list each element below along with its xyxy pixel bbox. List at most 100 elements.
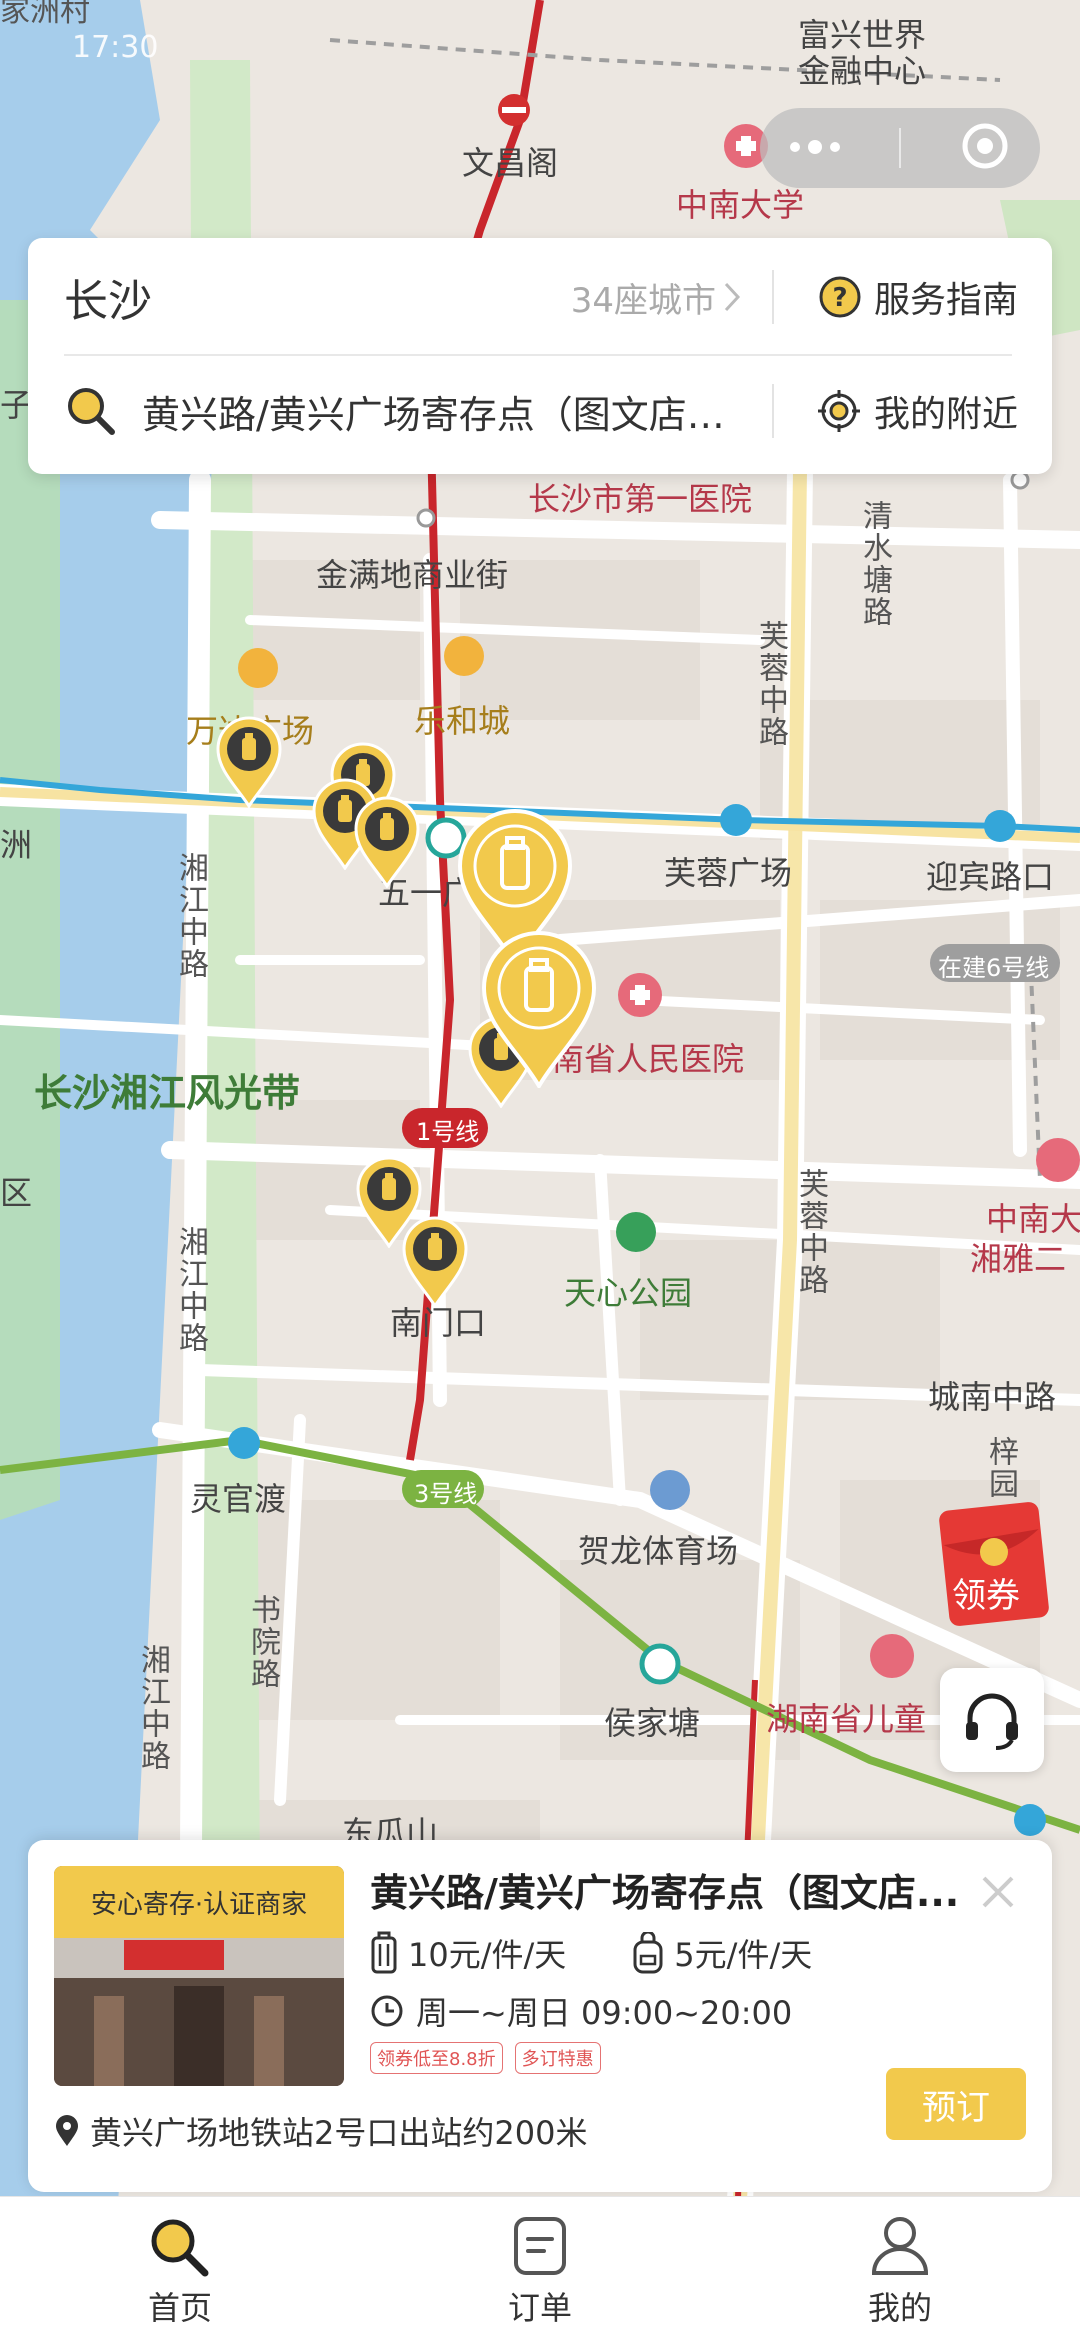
store-name: 黄兴路/黄兴广场寄存点（图文店... (370, 1871, 960, 1915)
opening-hours: 周一~周日 09:00~20:00 (370, 1988, 792, 2034)
service-guide-button[interactable]: ? 服务指南 (818, 271, 1018, 323)
map-label-finance: 金融中心 (798, 52, 927, 90)
promo-tag: 多订特惠 (514, 2042, 601, 2074)
map-label-furong-square: 芙蓉广场 (664, 854, 793, 892)
search-icon (151, 2219, 209, 2276)
service-guide-label: 服务指南 (873, 280, 1018, 321)
map-label-helong: 贺龙体育场 (578, 1532, 739, 1570)
close-icon (982, 1876, 1014, 1908)
map-label-furongzhong1: 芙蓉中路 (753, 620, 788, 748)
map-label-yingbin: 迎宾路口 (926, 858, 1055, 896)
tab-orders[interactable]: 订单 (360, 2197, 720, 2340)
close-card-button[interactable] (970, 1864, 1026, 1920)
city-selector[interactable]: 长沙 (64, 265, 152, 329)
nearby-label: 我的附近 (873, 394, 1018, 435)
map-label-shuyuan: 书院路 (245, 1594, 280, 1690)
map-label-left-zhou: 洲 (0, 826, 33, 864)
store-photo: 安心寄存·认证商家 (54, 1866, 344, 2086)
suitcase-icon (216, 716, 282, 809)
dot-icon (829, 142, 840, 152)
map-label-lehecheng: 乐和城 (414, 702, 511, 740)
map-label-tianxin: 天心公园 (564, 1274, 693, 1312)
map-label-top-river: 家洲村 (0, 0, 90, 29)
clock-icon (371, 1995, 403, 2027)
price-row: 10元/件/天 5元/件/天 (370, 1930, 878, 1976)
suitcase-icon (402, 1216, 468, 1309)
divider (772, 384, 774, 438)
city-count-link[interactable]: 34座城市 (571, 273, 742, 322)
map-label-scenic-belt: 长沙湘江风光带 (34, 1071, 301, 1115)
miniprogram-capsule (760, 108, 1040, 188)
coupon-label: 领券 (952, 1576, 1020, 1616)
map-label-furongzhong2: 芙蓉中路 (793, 1168, 828, 1296)
suitcase-icon (371, 1931, 397, 1974)
book-button[interactable]: 预订 (886, 2068, 1026, 2140)
luggage-pin[interactable] (354, 796, 420, 889)
luggage-price: 10元/件/天 (370, 1930, 566, 1976)
map-label-line6: 在建6号线 (938, 954, 1050, 982)
bag-price: 5元/件/天 (632, 1930, 812, 1976)
tab-orders-label: 订单 (507, 2288, 572, 2327)
store-address: 黄兴广场地铁站2号口出站约200米 (54, 2108, 587, 2154)
bottom-tab-bar: 首页 订单 我的 (0, 2196, 1080, 2340)
svg-text:?: ? (832, 283, 847, 313)
tab-home-label: 首页 (147, 2288, 212, 2327)
address-label: 黄兴广场地铁站2号口出站约200米 (90, 2114, 588, 2152)
headset-icon (966, 1693, 1018, 1750)
backpack-icon (633, 1932, 663, 1974)
city-count-label: 34座城市 (570, 280, 716, 321)
store-card[interactable]: 安心寄存·认证商家 黄兴路/黄兴广场寄存点（图文店... 10元/件/天 5元/… (28, 1840, 1052, 2192)
customer-service-button[interactable] (940, 1668, 1044, 1772)
map-label-first-hospital: 长沙市第一医院 (528, 480, 753, 518)
map-label-xiangjiang2: 湘江中路 (173, 1226, 208, 1354)
capsule-divider (898, 128, 901, 168)
locate-icon (817, 390, 860, 432)
status-bar-time: 17:30 (72, 30, 159, 65)
target-circle-icon (962, 123, 1008, 169)
map-label-wenchangge: 文昌阁 (462, 144, 559, 182)
map-label-chengnan: 城南中路 (928, 1378, 1057, 1416)
tab-home[interactable]: 首页 (0, 2197, 360, 2340)
more-button[interactable] (789, 140, 840, 154)
search-row: 黄兴路/黄兴广场寄存点（图文店… 我的附近 (28, 356, 1052, 466)
map-label-houjiatang: 侯家塘 (604, 1704, 701, 1742)
luggage-pin[interactable] (402, 1216, 468, 1309)
luggage-pin[interactable] (216, 716, 282, 809)
map-label-jinmandi: 金满地商业街 (316, 556, 509, 594)
close-miniprogram-button[interactable] (960, 121, 1010, 175)
search-input[interactable]: 黄兴路/黄兴广场寄存点（图文店… (142, 384, 782, 439)
question-icon: ? (819, 276, 861, 318)
hours-label: 周一~周日 09:00~20:00 (416, 1994, 793, 2032)
map-label-zhi: 梓园 (983, 1436, 1018, 1500)
suitcase-icon (481, 931, 597, 1090)
chevron-right-icon (724, 282, 741, 312)
map-label-line1: 1号线 (416, 1118, 480, 1146)
map-label-zhongnan: 中南大学 (676, 186, 805, 224)
search-icon (68, 388, 115, 435)
nearby-button[interactable]: 我的附近 (816, 385, 1018, 437)
selected-luggage-pin[interactable] (480, 930, 598, 1090)
map-label-lingguandu: 灵官渡 (190, 1480, 287, 1518)
location-pin-icon (56, 2115, 78, 2146)
dot-icon (789, 142, 800, 152)
user-icon (871, 2216, 929, 2275)
coupon-button[interactable]: 领券 (936, 1500, 1054, 1628)
verified-tag: 安心寄存·认证商家 (54, 1866, 344, 1938)
dot-icon (807, 140, 822, 154)
order-list-icon (514, 2216, 566, 2275)
bag-price-label: 5元/件/天 (674, 1936, 813, 1974)
luggage-price-label: 10元/件/天 (408, 1936, 567, 1974)
promo-tags: 领券低至8.8折 多订特惠 (370, 2042, 601, 2074)
map-label-childrens: 湖南省儿童 (766, 1700, 927, 1738)
map-label-qingshuitang: 清水塘路 (857, 500, 892, 628)
map-label-xiangjiang1: 湘江中路 (173, 852, 208, 980)
search-card: 长沙 34座城市 ? 服务指南 黄兴路/黄兴广场寄存点（图文店… 我的附近 (28, 238, 1052, 474)
promo-tag: 领券低至8.8折 (370, 2042, 503, 2074)
divider (772, 270, 774, 324)
suitcase-icon (354, 796, 420, 889)
map-label-line3: 3号线 (414, 1480, 478, 1508)
map-label-xiangjiang3: 湘江中路 (135, 1644, 170, 1772)
city-row: 长沙 34座城市 ? 服务指南 (28, 242, 1052, 352)
map-label-xiangya2: 湘雅二 (970, 1240, 1067, 1278)
tab-me[interactable]: 我的 (720, 2197, 1080, 2340)
